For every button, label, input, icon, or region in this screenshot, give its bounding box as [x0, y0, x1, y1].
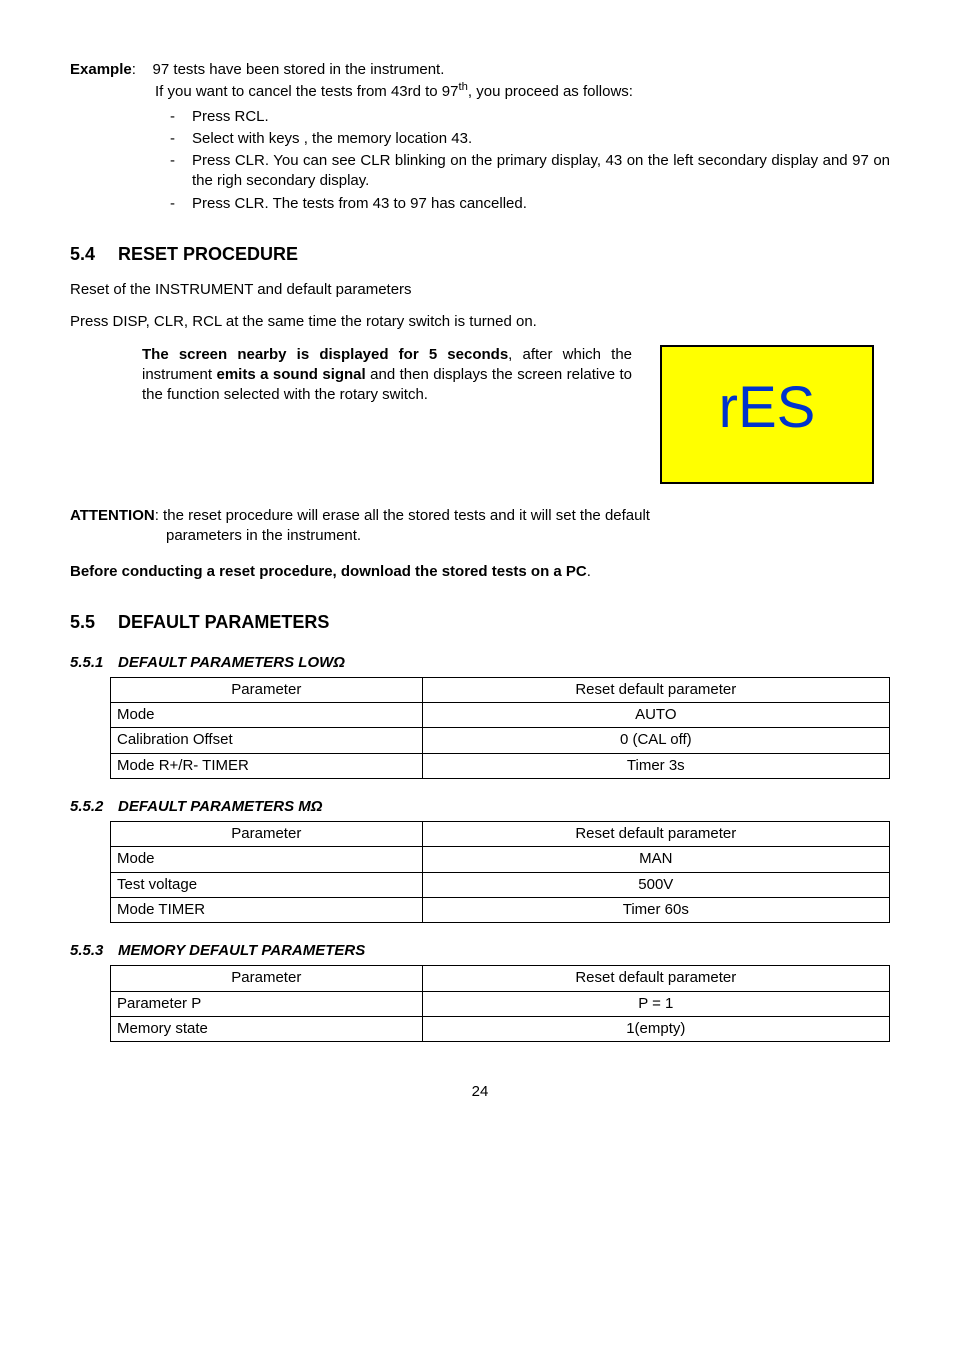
section-5-4-heading: 5.4RESET PROCEDURE: [70, 242, 890, 266]
table-cell: AUTO: [422, 703, 889, 728]
table-cell: Memory state: [111, 1016, 423, 1041]
table-5-5-3: Parameter Reset default parameter Parame…: [110, 965, 890, 1042]
subsection-5-5-1-title-a: DEFAULT PARAMETERS LOW: [118, 654, 333, 671]
reset-two-col: The screen nearby is displayed for 5 sec…: [70, 345, 890, 484]
subsection-5-5-2-num: 5.5.2: [70, 797, 118, 817]
example-line1: Example: 97 tests have been stored in th…: [70, 60, 890, 80]
section-5-5-heading: 5.5DEFAULT PARAMETERS: [70, 610, 890, 634]
subsection-5-5-2-title-a: DEFAULT PARAMETERS M: [118, 798, 311, 815]
subsection-5-5-2-heading: 5.5.2DEFAULT PARAMETERS MΩ: [70, 797, 890, 817]
example-intro2-sup: th: [459, 81, 468, 93]
table-header-param: Parameter: [111, 966, 423, 991]
attention-label: ATTENTION: [70, 507, 155, 524]
table-cell: Timer 3s: [422, 753, 889, 778]
before-reset-line: Before conducting a reset procedure, dow…: [70, 562, 890, 582]
table-row: Mode R+/R- TIMER Timer 3s: [111, 753, 890, 778]
table-cell: Mode: [111, 703, 423, 728]
table-header-reset: Reset default parameter: [422, 822, 889, 847]
table-row: Mode MAN: [111, 847, 890, 872]
table-cell: Parameter P: [111, 991, 423, 1016]
table-row: Parameter Reset default parameter: [111, 677, 890, 702]
table-row: Parameter P P = 1: [111, 991, 890, 1016]
table-cell: 0 (CAL off): [422, 728, 889, 753]
subsection-5-5-2-title-b: Ω: [311, 798, 323, 815]
table-row: Memory state 1(empty): [111, 1016, 890, 1041]
example-line2: If you want to cancel the tests from 43r…: [155, 80, 890, 102]
reset-p2: Press DISP, CLR, RCL at the same time th…: [70, 312, 890, 332]
subsection-5-5-1-heading: 5.5.1DEFAULT PARAMETERS LOWΩ: [70, 653, 890, 673]
example-block: Example: 97 tests have been stored in th…: [70, 60, 890, 214]
table-row: Mode TIMER Timer 60s: [111, 897, 890, 922]
table-header-reset: Reset default parameter: [422, 966, 889, 991]
section-5-4-num: 5.4: [70, 242, 118, 266]
table-header-param: Parameter: [111, 822, 423, 847]
table-cell: Timer 60s: [422, 897, 889, 922]
section-5-4-title: RESET PROCEDURE: [118, 244, 298, 264]
table-cell: Test voltage: [111, 872, 423, 897]
page-number: 24: [70, 1082, 890, 1102]
subsection-5-5-1-num: 5.5.1: [70, 653, 118, 673]
table-row: Calibration Offset 0 (CAL off): [111, 728, 890, 753]
table-cell: Calibration Offset: [111, 728, 423, 753]
subsection-5-5-3-num: 5.5.3: [70, 941, 118, 961]
table-row: Test voltage 500V: [111, 872, 890, 897]
example-intro2b: , you proceed as follows:: [468, 83, 633, 100]
example-bullet-4: Press CLR. The tests from 43 to 97 has c…: [170, 194, 890, 214]
page-root: Example: 97 tests have been stored in th…: [0, 0, 954, 1142]
example-intro: 97 tests have been stored in the instrum…: [153, 61, 445, 78]
example-bullet-3: Press CLR. You can see CLR blinking on t…: [170, 151, 890, 192]
subsection-5-5-3-heading: 5.5.3MEMORY DEFAULT PARAMETERS: [70, 941, 890, 961]
example-bullet-1: Press RCL.: [170, 107, 890, 127]
reset-box-c: emits a sound signal: [216, 366, 365, 383]
table-cell: Mode TIMER: [111, 897, 423, 922]
attention-body1: : the reset procedure will erase all the…: [155, 507, 650, 524]
example-label: Example: [70, 61, 132, 78]
reset-left-text: The screen nearby is displayed for 5 sec…: [142, 345, 632, 406]
table-row: Mode AUTO: [111, 703, 890, 728]
table-row: Parameter Reset default parameter: [111, 822, 890, 847]
reset-box-a: The screen nearby is displayed for 5 sec…: [142, 346, 508, 363]
attention-line1: ATTENTION: the reset procedure will eras…: [70, 506, 890, 526]
example-bullet-list: Press RCL. Select with keys , the memory…: [70, 107, 890, 214]
table-row: Parameter Reset default parameter: [111, 966, 890, 991]
table-cell: P = 1: [422, 991, 889, 1016]
table-cell: MAN: [422, 847, 889, 872]
reset-right-box: rES: [660, 345, 890, 484]
table-cell: 500V: [422, 872, 889, 897]
example-intro2a: If you want to cancel the tests from 43r…: [155, 83, 459, 100]
table-cell: Mode R+/R- TIMER: [111, 753, 423, 778]
table-header-reset: Reset default parameter: [422, 677, 889, 702]
before-reset-dot: .: [587, 563, 591, 580]
subsection-5-5-3-title: MEMORY DEFAULT PARAMETERS: [118, 942, 365, 959]
table-5-5-1: Parameter Reset default parameter Mode A…: [110, 677, 890, 779]
reset-p1: Reset of the INSTRUMENT and default para…: [70, 280, 890, 300]
section-5-5-title: DEFAULT PARAMETERS: [118, 612, 329, 632]
table-cell: 1(empty): [422, 1016, 889, 1041]
example-colon: :: [132, 61, 153, 78]
subsection-5-5-1-title-b: Ω: [333, 654, 345, 671]
before-reset-text: Before conducting a reset procedure, dow…: [70, 563, 587, 580]
section-5-5-num: 5.5: [70, 610, 118, 634]
table-5-5-2: Parameter Reset default parameter Mode M…: [110, 821, 890, 923]
res-display-text: rES: [662, 369, 872, 447]
res-display-box: rES: [660, 345, 874, 484]
table-header-param: Parameter: [111, 677, 423, 702]
attention-block: ATTENTION: the reset procedure will eras…: [70, 506, 890, 547]
example-bullet-2: Select with keys , the memory location 4…: [170, 129, 890, 149]
table-cell: Mode: [111, 847, 423, 872]
attention-line2: parameters in the instrument.: [70, 526, 890, 546]
